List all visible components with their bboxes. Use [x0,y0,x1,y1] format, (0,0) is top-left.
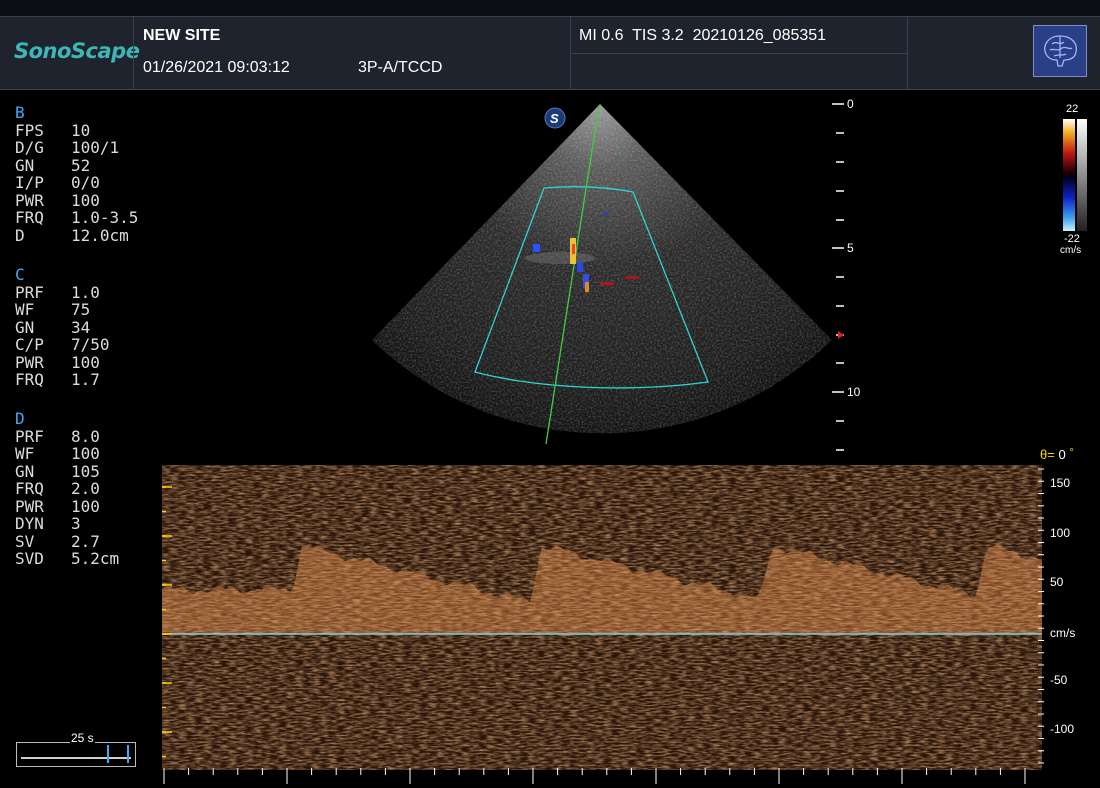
velocity-label: -50 [1050,673,1068,687]
depth-label: 10 [847,385,861,399]
color-bar-unit: cm/s [1060,245,1082,256]
angle-symbol: θ= [1040,447,1055,462]
depth-scale [832,103,844,451]
sweep-speed-handle[interactable] [107,745,129,763]
velocity-label: 150 [1050,476,1071,490]
depth-label: 0 [847,97,854,111]
time-axis [163,768,1026,784]
angle-value: 0 [1058,447,1066,462]
color-velocity-bar [1063,119,1075,231]
velocity-unit: cm/s [1050,626,1076,640]
angle-unit: ° [1069,447,1074,459]
depth-label: 5 [847,241,854,255]
velocity-scale-ticks [1038,468,1044,764]
color-bar-max: 22 [1066,103,1079,115]
sweep-speed-label: 25 s [70,731,95,745]
angle-correction: θ= 0 ° [1040,447,1074,462]
focus-marker-icon [838,331,844,339]
velocity-label: -100 [1050,722,1075,736]
grayscale-bar [1077,119,1087,231]
velocity-label: 100 [1050,526,1071,540]
color-bar-min: -22 [1064,233,1080,245]
spectral-doppler-svg [162,465,1042,770]
velocity-label: 50 [1050,575,1064,589]
svg-text:S: S [550,111,559,126]
sweep-speed-indicator[interactable]: 25 s [16,731,136,767]
